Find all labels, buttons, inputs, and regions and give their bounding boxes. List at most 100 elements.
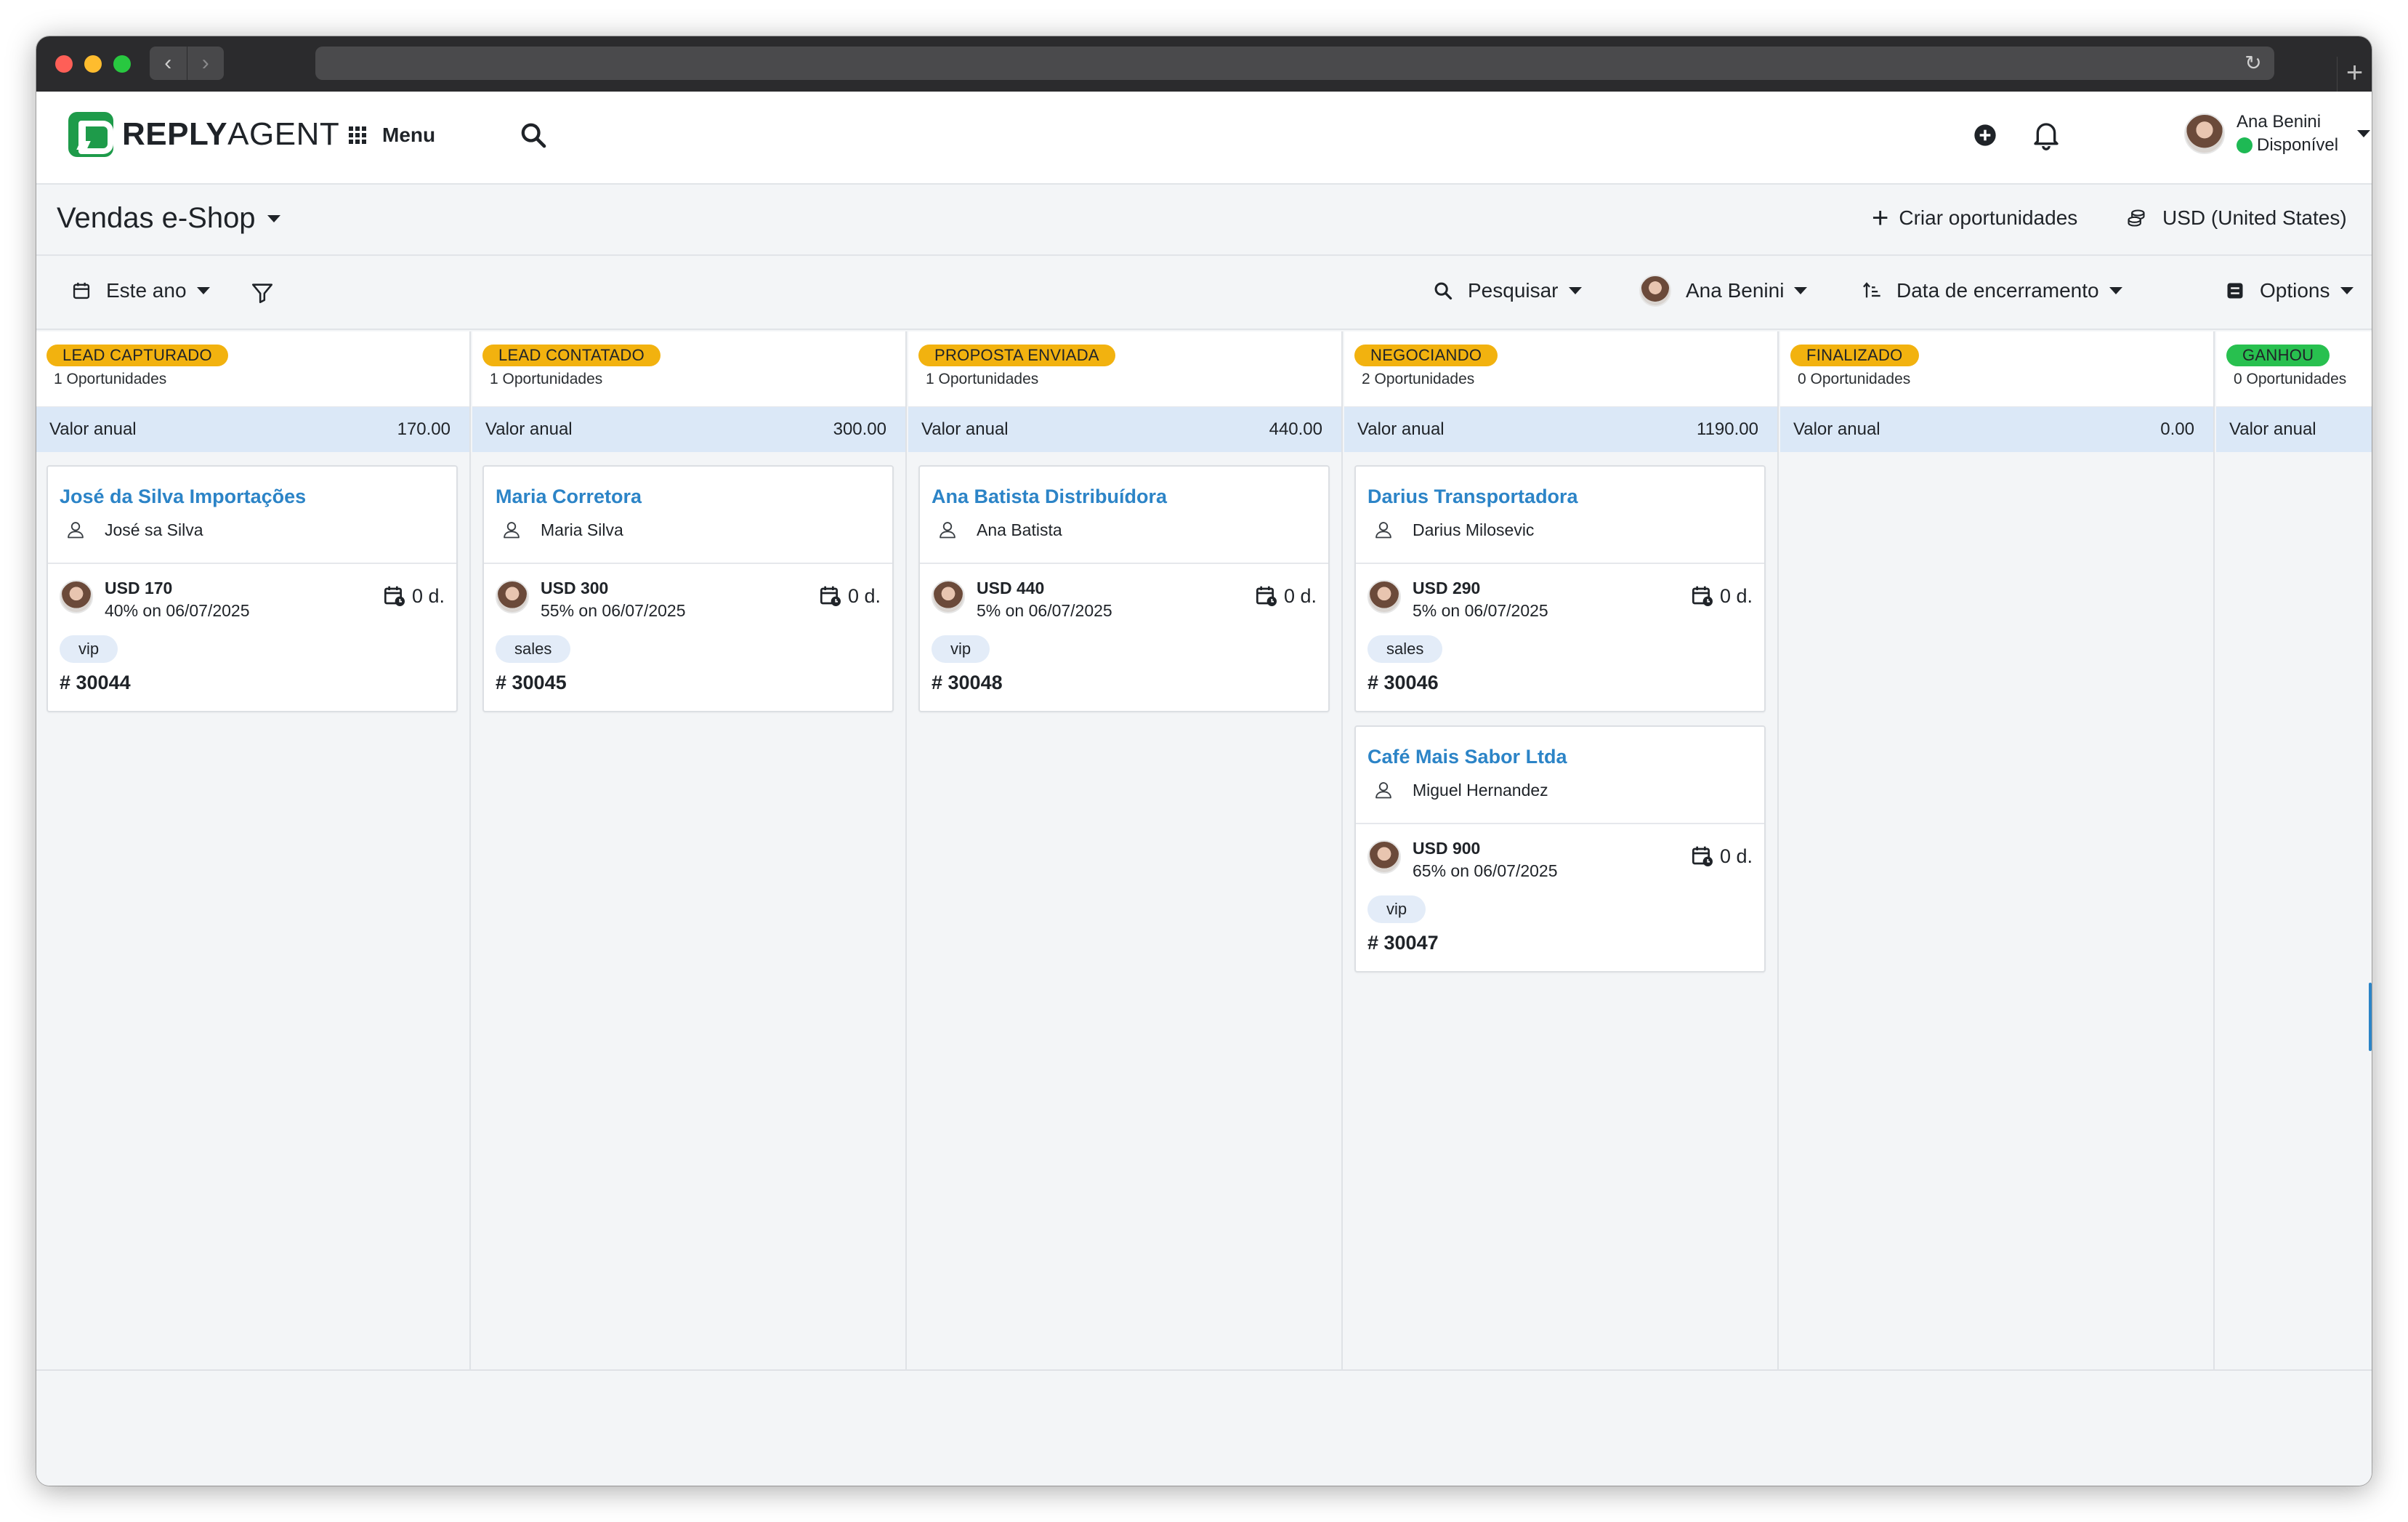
contact-name: José sa Silva [105,520,203,539]
calendar-clock-icon [820,586,841,606]
deal-amount: USD 290 [1413,579,1481,597]
page-title: Vendas e-Shop [57,202,256,234]
card-title-link[interactable]: Café Mais Sabor Ltda [1367,746,1753,768]
contact-row: Maria Silva [496,520,881,540]
opportunity-card[interactable]: Café Mais Sabor Ltda Miguel Hernandez US… [1354,725,1766,973]
stage-badge[interactable]: LEAD CAPTURADO [47,345,228,366]
minimize-window-button[interactable] [84,55,102,73]
back-icon[interactable]: ‹ [150,47,187,80]
owner-filter[interactable]: Ana Benini [1639,275,1808,307]
avatar [1367,580,1401,613]
column-value-row: Valor anual 0.00 [1780,407,2213,452]
stage-badge[interactable]: FINALIZADO [1790,345,1919,366]
person-icon [1375,522,1391,539]
tag-chip[interactable]: vip [60,635,118,663]
avatar [60,580,93,613]
add-circle-icon[interactable] [1973,124,1997,147]
period-label: Este ano [106,279,187,302]
column-header: LEAD CAPTURADO 1 Oportunidades [36,331,469,407]
column-value: 0.00 [2160,419,2194,439]
value-label: Valor anual [49,419,137,439]
stage-badge[interactable]: GANHOU [2226,345,2330,366]
card-header: José da Silva Importações José sa Silva [48,467,456,564]
user-menu[interactable]: Ana Benini Disponível [2184,108,2371,160]
close-window-button[interactable] [55,55,73,73]
deal-amount: USD 440 [977,579,1045,597]
address-bar[interactable]: ↻ [315,47,2274,80]
new-tab-icon[interactable]: + [2337,57,2372,92]
chevron-down-icon [196,287,210,294]
chevron-down-icon [2357,130,2371,137]
contact-name: Darius Milosevic [1413,520,1535,539]
reload-icon[interactable]: ↻ [2242,52,2264,74]
chevron-down-icon [267,214,280,222]
pipeline-selector[interactable]: Vendas e-Shop [57,202,280,235]
search-icon[interactable] [519,121,548,150]
stage-badge[interactable]: PROPOSTA ENVIADA [918,345,1115,366]
card-title-link[interactable]: Darius Transportadora [1367,486,1753,508]
forward-icon[interactable]: › [186,47,225,80]
opportunity-count: 0 Oportunidades [1798,371,1911,387]
status-online-icon [2237,137,2253,153]
pipeline-column: LEAD CAPTURADO 1 Oportunidades Valor anu… [36,331,471,1371]
create-opportunity-button[interactable]: + Criar oportunidades [1872,204,2077,233]
board-footer [36,1372,2372,1486]
card-header: Maria Corretora Maria Silva [484,467,892,564]
pipeline-header: Vendas e-Shop + Criar oportunidades USD … [36,186,2372,256]
value-label: Valor anual [1357,419,1445,439]
column-header: FINALIZADO 0 Oportunidades [1780,331,2213,407]
stage-badge[interactable]: LEAD CONTATADO [482,345,660,366]
avatar [1367,840,1401,874]
contact-name: Ana Batista [977,520,1062,539]
deal-amount: USD 300 [541,579,609,597]
person-icon [504,522,520,539]
search-filter[interactable]: Pesquisar [1433,279,1582,302]
owner-label: Ana Benini [1686,279,1785,302]
tag-chip[interactable]: vip [932,635,990,663]
tag-chip[interactable]: vip [1367,895,1426,923]
card-body: USD 440 5% on 06/07/2025 0 d. vip # 3004… [920,564,1328,711]
chevron-down-icon [2109,287,2122,294]
period-filter[interactable]: Este ano [71,279,210,302]
card-id: # 30047 [1367,932,1439,954]
tag-chip[interactable]: sales [496,635,571,663]
column-value: 1190.00 [1697,419,1758,439]
deal-probability: 5% on 06/07/2025 [977,601,1112,620]
deal-probability: 65% on 06/07/2025 [1413,861,1558,880]
opportunity-card[interactable]: Maria Corretora Maria Silva USD 300 55% … [482,465,894,712]
card-header: Ana Batista Distribuídora Ana Batista [920,467,1328,564]
kanban-board: LEAD CAPTURADO 1 Oportunidades Valor anu… [36,331,2372,1371]
currency-selector[interactable]: USD (United States) [2126,206,2347,230]
pipeline-column: PROPOSTA ENVIADA 1 Oportunidades Valor a… [908,331,1343,1371]
calendar-icon [73,282,90,299]
deal-probability: 5% on 06/07/2025 [1413,601,1548,620]
due-days: 0 d. [1719,584,1753,607]
value-label: Valor anual [921,419,1009,439]
notification-bell-icon[interactable] [2032,119,2061,151]
screenshot-background: ‹ › ↻ + REPLYAGENT Menu Ana Benini Dispo… [0,0,2408,1522]
card-title-link[interactable]: José da Silva Importações [60,486,445,508]
app-header: REPLYAGENT Menu Ana Benini Disponível [36,92,2372,185]
app-logo[interactable]: REPLYAGENT [68,110,339,158]
card-title-link[interactable]: Maria Corretora [496,486,881,508]
opportunity-card[interactable]: Ana Batista Distribuídora Ana Batista US… [918,465,1330,712]
menu-button[interactable]: Menu [349,119,435,151]
due-days: 0 d. [1283,584,1317,607]
history-nav: ‹ › [150,47,224,80]
opportunity-card[interactable]: José da Silva Importações José sa Silva … [47,465,458,712]
card-id: # 30045 [496,672,567,693]
deal-probability: 55% on 06/07/2025 [541,601,686,620]
card-title-link[interactable]: Ana Batista Distribuídora [932,486,1317,508]
menu-label: Menu [382,124,436,146]
due-days: 0 d. [1719,845,1753,867]
tag-chip[interactable]: sales [1367,635,1443,663]
stage-badge[interactable]: NEGOCIANDO [1354,345,1498,366]
zoom-window-button[interactable] [113,55,131,73]
options-menu[interactable]: Options [2225,279,2354,302]
pipeline-column: GANHOU 0 Oportunidades Valor anual [2216,331,2372,1371]
opportunity-card[interactable]: Darius Transportadora Darius Milosevic U… [1354,465,1766,712]
scrollbar-thumb[interactable] [2369,983,2372,1051]
pipeline-column: FINALIZADO 0 Oportunidades Valor anual 0… [1780,331,2215,1371]
sort-selector[interactable]: Data de encerramento [1862,279,2122,302]
filter-funnel-icon[interactable] [250,281,275,305]
